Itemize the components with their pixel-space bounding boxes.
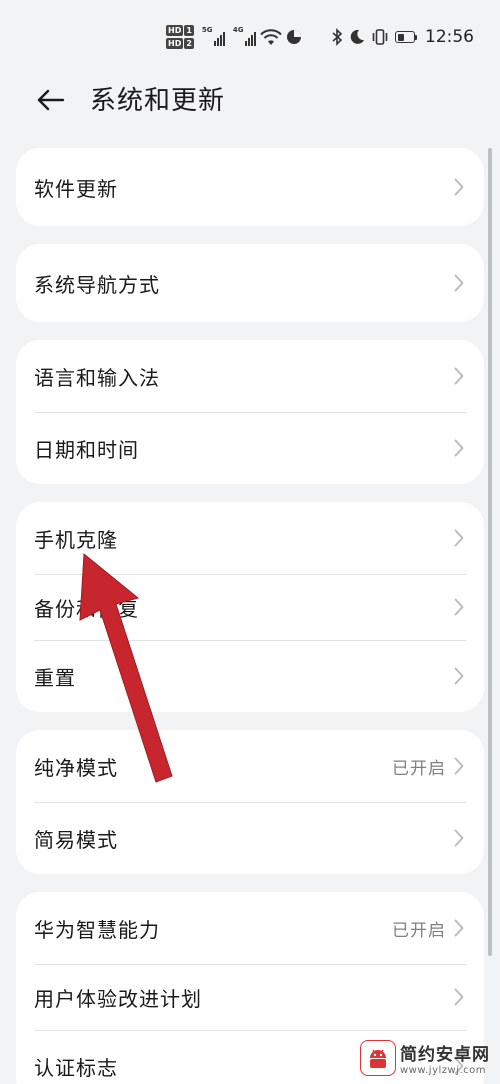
watermark-title: 简约安卓网 [400, 1045, 490, 1065]
settings-row-label: 用户体验改进计划 [34, 986, 202, 1011]
back-button[interactable] [30, 82, 70, 118]
settings-row-label: 认证标志 [34, 1055, 118, 1080]
chevron-right-icon [452, 273, 466, 293]
settings-row[interactable]: 系统导航方式 [16, 244, 484, 322]
settings-row[interactable]: 华为智慧能力 已开启 [16, 892, 484, 964]
battery-icon [395, 31, 417, 43]
signal-5g-icon: 5G [202, 26, 225, 46]
chevron-right-icon [452, 828, 466, 848]
settings-row-label: 语言和输入法 [34, 365, 160, 390]
chevron-right-icon [452, 597, 466, 617]
page-title: 系统和更新 [90, 86, 226, 116]
chevron-right-icon [452, 987, 466, 1007]
vibrate-icon [372, 29, 388, 45]
settings-row-label: 日期和时间 [34, 437, 139, 462]
hd-badges: HD 1 HD 2 [166, 25, 194, 49]
settings-group: 软件更新 [16, 148, 484, 226]
settings-row-label: 华为智慧能力 [34, 917, 160, 942]
settings-group: 语言和输入法 日期和时间 [16, 340, 484, 484]
chevron-right-icon [452, 438, 466, 458]
data-saver-icon [286, 30, 301, 44]
hd-badge-2: HD 2 [166, 38, 194, 49]
settings-row[interactable]: 简易模式 [16, 802, 484, 874]
status-bar: HD 1 HD 2 5G 4G 12:56 [0, 0, 500, 72]
chevron-right-icon [452, 918, 466, 938]
chevron-right-icon [452, 366, 466, 386]
back-arrow-icon [37, 89, 65, 111]
chevron-right-icon [452, 756, 466, 776]
settings-row-value: 已开启 [392, 920, 446, 941]
android-logo-icon [360, 1040, 396, 1076]
watermark: 简约安卓网 www.jylzwj.com [360, 1038, 496, 1078]
wifi-icon [260, 29, 282, 45]
settings-row[interactable]: 语言和输入法 [16, 340, 484, 412]
status-time: 12:56 [425, 27, 474, 47]
scrollbar[interactable] [488, 148, 492, 956]
hd-badge-1: HD 1 [166, 25, 194, 36]
bluetooth-icon [332, 28, 343, 46]
signal-4g-icon: 4G [233, 26, 256, 46]
settings-group: 系统导航方式 [16, 244, 484, 322]
do-not-disturb-moon-icon [350, 29, 364, 44]
settings-row-label: 简易模式 [34, 827, 118, 852]
status-right-icons: 12:56 [331, 24, 474, 50]
annotation-arrow [79, 552, 173, 783]
settings-row[interactable]: 用户体验改进计划 [16, 964, 484, 1030]
app-header: 系统和更新 [0, 72, 500, 128]
settings-row-label: 系统导航方式 [34, 272, 160, 297]
status-left-icons: HD 1 HD 2 5G 4G [166, 22, 302, 52]
settings-row-label: 软件更新 [34, 176, 118, 201]
chevron-right-icon [452, 528, 466, 548]
settings-row[interactable]: 软件更新 [16, 148, 484, 226]
settings-row-value: 已开启 [392, 758, 446, 779]
watermark-url: www.jylzwj.com [400, 1065, 487, 1076]
chevron-right-icon [452, 177, 466, 197]
chevron-right-icon [452, 666, 466, 686]
settings-row[interactable]: 日期和时间 [16, 412, 484, 484]
